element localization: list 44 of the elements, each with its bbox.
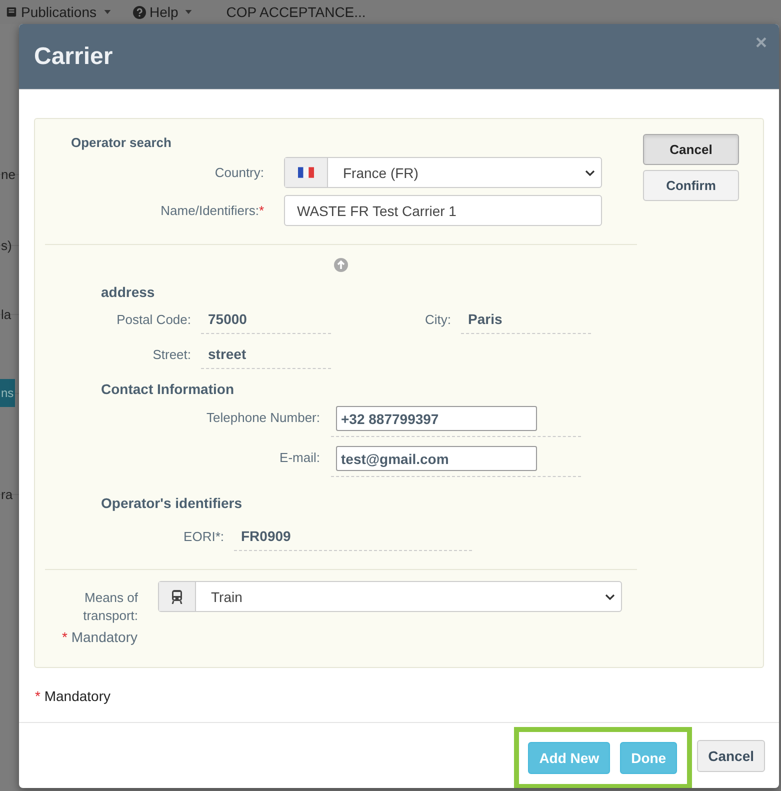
section-heading: address [101, 284, 156, 300]
background-text: ne [1, 166, 16, 182]
flag-icon [298, 167, 314, 178]
email-input[interactable]: test@gmail.com [336, 446, 537, 471]
section-heading: Operator search [71, 135, 172, 152]
field-value: street [201, 340, 331, 368]
collapse-icon[interactable] [334, 258, 348, 272]
mandatory-note: * Mandatory [35, 688, 112, 704]
field-value: 75000 [201, 304, 331, 334]
field-value: Paris [461, 304, 591, 334]
field-label: Street: [152, 346, 192, 362]
nav-menu-item[interactable]: COP ACCEPTANCE... [226, 4, 366, 20]
field-label: Country: [214, 165, 265, 180]
mandatory-note: * Mandatory [62, 629, 138, 645]
chevron-icon [605, 594, 615, 600]
name-input[interactable]: WASTE FR Test Carrier 1 [284, 195, 602, 226]
telephone-input[interactable]: +32 887799397 [336, 406, 537, 431]
nav-menu-item[interactable]: Publications [6, 4, 110, 20]
book-icon [6, 6, 17, 18]
field-value: FR0909 [234, 522, 472, 550]
caret-icon [104, 10, 110, 14]
section-heading: Contact Information [101, 381, 235, 397]
train-icon [171, 590, 183, 604]
field-label: Postal Code: [116, 312, 192, 326]
field-label: Name/Identifiers:* [160, 203, 265, 218]
country-select[interactable]: France (FR) [284, 157, 602, 188]
footer-button[interactable]: Cancel [697, 740, 765, 772]
section-heading: Operator's identifiers [101, 495, 244, 511]
modal-title: Carrier [34, 42, 113, 70]
transport-select[interactable]: Train [158, 581, 622, 612]
help-icon [132, 6, 146, 18]
cancel-button[interactable]: Cancel [643, 134, 739, 165]
background-text: ra [1, 486, 13, 502]
field-label: City: [424, 312, 452, 326]
confirm-button[interactable]: Confirm [643, 170, 739, 201]
field-label: Telephone Number: [206, 410, 321, 427]
field-label: Means of transport: [82, 589, 139, 625]
caret-icon [185, 10, 192, 14]
nav-menu-item[interactable]: Help [132, 4, 192, 20]
chevron-icon [585, 170, 595, 176]
field-label: EORI*: [182, 528, 225, 544]
background-text: la [1, 306, 12, 322]
field-label: E-mail: [278, 450, 321, 467]
background-text: s) [1, 238, 12, 252]
